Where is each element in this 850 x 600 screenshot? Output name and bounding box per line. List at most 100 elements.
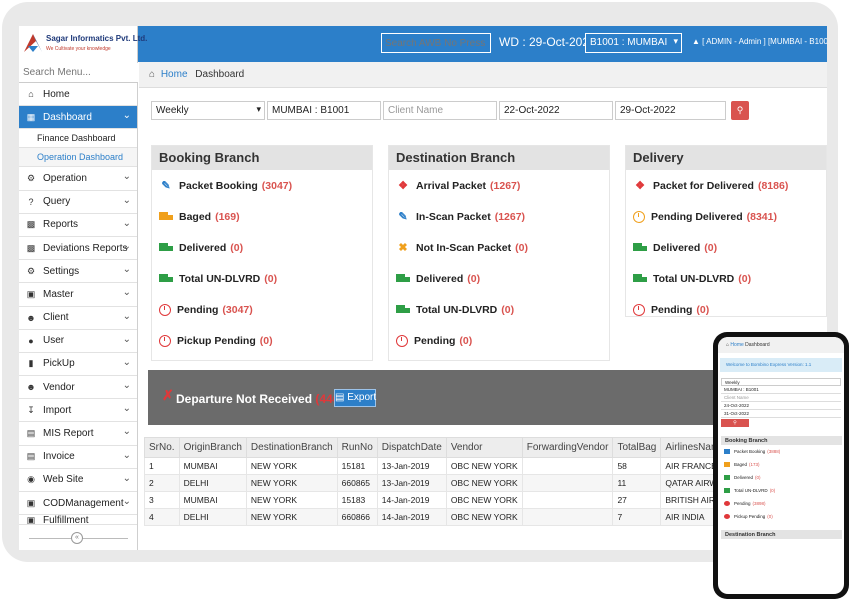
stat-label: Arrival Packet — [416, 179, 487, 192]
stat-total-undelivered[interactable]: Total UN-DLVRD (0) — [626, 263, 826, 294]
stat-in-scan-packet[interactable]: ✎ In-Scan Packet (1267) — [389, 201, 609, 232]
stat-packet-booking[interactable]: ✎ Packet Booking (3047) — [152, 170, 372, 201]
column-header[interactable]: OriginBranch — [178, 437, 247, 458]
table-cell: OBC NEW YORK — [445, 508, 523, 526]
home-icon: ⌂ — [726, 342, 730, 348]
export-button[interactable]: ▤ Export — [334, 389, 376, 407]
company-logo[interactable]: Sagar Informatics Pvt. Ltd. We Cultivate… — [19, 26, 147, 62]
stat-packet-for-delivered[interactable]: ❖ Packet for Delivered (8186) — [626, 170, 826, 201]
menu-search-input[interactable] — [19, 63, 138, 83]
sidebar-item-home[interactable]: ⌂ Home — [19, 83, 137, 107]
stat-pending[interactable]: Pending (0) — [626, 294, 826, 325]
stat-label: Baged — [734, 462, 748, 467]
sidebar-item-query[interactable]: ? Query ⌄ — [19, 191, 137, 214]
sidebar-item-codmanagement[interactable]: ▣ CODManagement ⌄ — [19, 492, 137, 516]
collapse-sidebar-icon[interactable]: « — [71, 532, 83, 544]
mobile-stat[interactable]: Pending (3898) — [724, 497, 844, 510]
sidebar-item-label: CODManagement — [43, 497, 124, 509]
column-header[interactable]: DispatchDate — [376, 437, 447, 458]
sidebar-item-reports[interactable]: ▩ Reports ⌄ — [19, 214, 137, 237]
mobile-search-button[interactable]: ⚲ — [721, 419, 749, 427]
column-header[interactable]: SrNo. — [144, 437, 180, 458]
stat-count: (0) — [696, 303, 710, 316]
mobile-stat[interactable]: Delivered (0) — [724, 471, 844, 484]
stat-delivered[interactable]: Delivered (0) — [389, 263, 609, 294]
column-header[interactable]: DestinationBranch — [245, 437, 338, 458]
sidebar-item-import[interactable]: ↧ Import ⌄ — [19, 399, 137, 423]
sidebar-item-vendor[interactable]: ☻ Vendor ⌄ — [19, 376, 137, 400]
search-button[interactable]: ⚲ — [731, 101, 749, 120]
stat-label: Pickup Pending — [177, 334, 256, 347]
from-date-input[interactable]: 22-Oct-2022 — [499, 101, 613, 120]
mobile-breadcrumb-home[interactable]: Home — [730, 342, 743, 348]
stat-delivered[interactable]: Delivered (0) — [152, 232, 372, 263]
period-select[interactable]: Weekly ▾ — [151, 101, 265, 120]
user-menu[interactable]: ▲ [ ADMIN - Admin ] [MUMBAI - B1001 ] ▾ — [692, 37, 827, 46]
table-row[interactable]: 4 DELHI NEW YORK 660866 14-Jan-2019 OBC NEW Y… — [144, 508, 760, 526]
stat-pickup-pending[interactable]: Pickup Pending (0) — [152, 325, 372, 356]
stat-arrival-packet[interactable]: ❖ Arrival Packet (1267) — [389, 170, 609, 201]
mobile-from-date[interactable]: 24-Oct-2022 — [721, 402, 841, 410]
mobile-stat[interactable]: Packet Booking (3888) — [724, 445, 844, 458]
sidebar: ⌂ Home ▦ Dashboard ⌄ Finance Dashboard O… — [19, 62, 138, 550]
table-cell: NEW YORK — [245, 474, 338, 492]
sidebar-item-invoice[interactable]: ▤ Invoice ⌄ — [19, 446, 137, 469]
stat-total-undelivered[interactable]: Total UN-DLVRD (0) — [389, 294, 609, 325]
breadcrumb-home-link[interactable]: Home — [161, 69, 188, 80]
sidebar-item-deviations-reports[interactable]: ▩ Deviations Reports ⌄ — [19, 237, 137, 261]
mobile-period-select[interactable]: Weekly — [721, 378, 841, 386]
client-name-input[interactable]: Client Name — [383, 101, 497, 120]
sidebar-item-web-site[interactable]: ◉ Web Site ⌄ — [19, 469, 137, 492]
mobile-to-date[interactable]: 31-Oct-2022 — [721, 410, 841, 418]
table-cell: 14-Jan-2019 — [376, 508, 447, 526]
export-label: Export — [347, 392, 377, 403]
truck-icon — [159, 273, 173, 284]
mobile-stat[interactable]: Baged (173) — [724, 458, 844, 471]
sidebar-item-fulfillment[interactable]: ▣ Fulfillment — [19, 515, 137, 526]
stat-pending[interactable]: Pending (3047) — [152, 294, 372, 325]
mobile-stat[interactable]: Total UN-DLVRD (0) — [724, 484, 844, 497]
to-date-input[interactable]: 29-Oct-2022 — [615, 101, 726, 120]
stat-baged[interactable]: Baged (169) — [152, 201, 372, 232]
column-header[interactable]: TotalBag — [612, 437, 662, 458]
table-row[interactable]: 3 MUMBAI NEW YORK 15183 14-Jan-2019 OBC NEW Y… — [144, 491, 760, 509]
logo-icon — [24, 34, 42, 52]
chevron-down-icon: ⌄ — [122, 426, 131, 438]
sidebar-item-settings[interactable]: ⚙ Settings ⌄ — [19, 260, 137, 284]
period-select-value: Weekly — [156, 105, 189, 116]
mobile-stat[interactable]: Pickup Pending (0) — [724, 510, 844, 523]
branch-select[interactable]: B1001 : MUMBAI ▾ — [585, 33, 682, 53]
table-cell: 11 — [612, 474, 662, 492]
stat-delivered[interactable]: Delivered (0) — [626, 232, 826, 263]
stat-not-in-scan-packet[interactable]: ✖ Not In-Scan Packet (0) — [389, 232, 609, 263]
column-header[interactable]: Vendor — [445, 437, 523, 458]
sidebar-item-client[interactable]: ☻ Client ⌄ — [19, 307, 137, 330]
mobile-client-input[interactable]: Client Name — [721, 394, 841, 402]
table-cell: MUMBAI — [178, 457, 247, 475]
stat-total-undelivered[interactable]: Total UN-DLVRD (0) — [152, 263, 372, 294]
bar-chart-icon: ▩ — [26, 219, 36, 230]
sidebar-item-user[interactable]: ● User ⌄ — [19, 330, 137, 353]
awb-search-input[interactable] — [381, 33, 491, 53]
sidebar-item-mis-report[interactable]: ▤ MIS Report ⌄ — [19, 422, 137, 446]
sidebar-item-dashboard[interactable]: ▦ Dashboard ⌄ — [19, 106, 137, 130]
sidebar-item-operation[interactable]: ⚙ Operation ⌄ — [19, 167, 137, 191]
column-header[interactable]: ForwardingVendor — [521, 437, 614, 458]
table-cell: 2 — [144, 474, 180, 492]
sidebar-item-pickup[interactable]: ▮ PickUp ⌄ — [19, 353, 137, 377]
mobile-branch-input[interactable]: MUMBAI : B1001 — [721, 386, 841, 394]
sidebar-item-master[interactable]: ▣ Master ⌄ — [19, 283, 137, 307]
table-row[interactable]: 2 DELHI NEW YORK 660865 13-Jan-2019 OBC NEW Y… — [144, 474, 760, 492]
stat-pending-delivered[interactable]: Pending Delivered (8341) — [626, 201, 826, 232]
sidebar-item-label: Fulfillment — [43, 515, 89, 526]
column-header[interactable]: RunNo — [336, 437, 378, 458]
mobile-panel-title: Booking Branch — [721, 436, 842, 445]
branch-filter-input[interactable]: MUMBAI : B1001 — [267, 101, 381, 120]
breadcrumb: ⌂ Home Dashboard — [139, 62, 827, 88]
sidebar-item-label: Import — [43, 404, 72, 416]
sidebar-subitem-operation-dashboard[interactable]: Operation Dashboard — [19, 148, 137, 168]
table-row[interactable]: 1 MUMBAI NEW YORK 15181 13-Jan-2019 OBC NEW Y… — [144, 457, 760, 475]
stat-pending[interactable]: Pending (0) — [389, 325, 609, 356]
sidebar-subitem-finance-dashboard[interactable]: Finance Dashboard — [19, 129, 137, 149]
clock-icon — [724, 501, 730, 506]
